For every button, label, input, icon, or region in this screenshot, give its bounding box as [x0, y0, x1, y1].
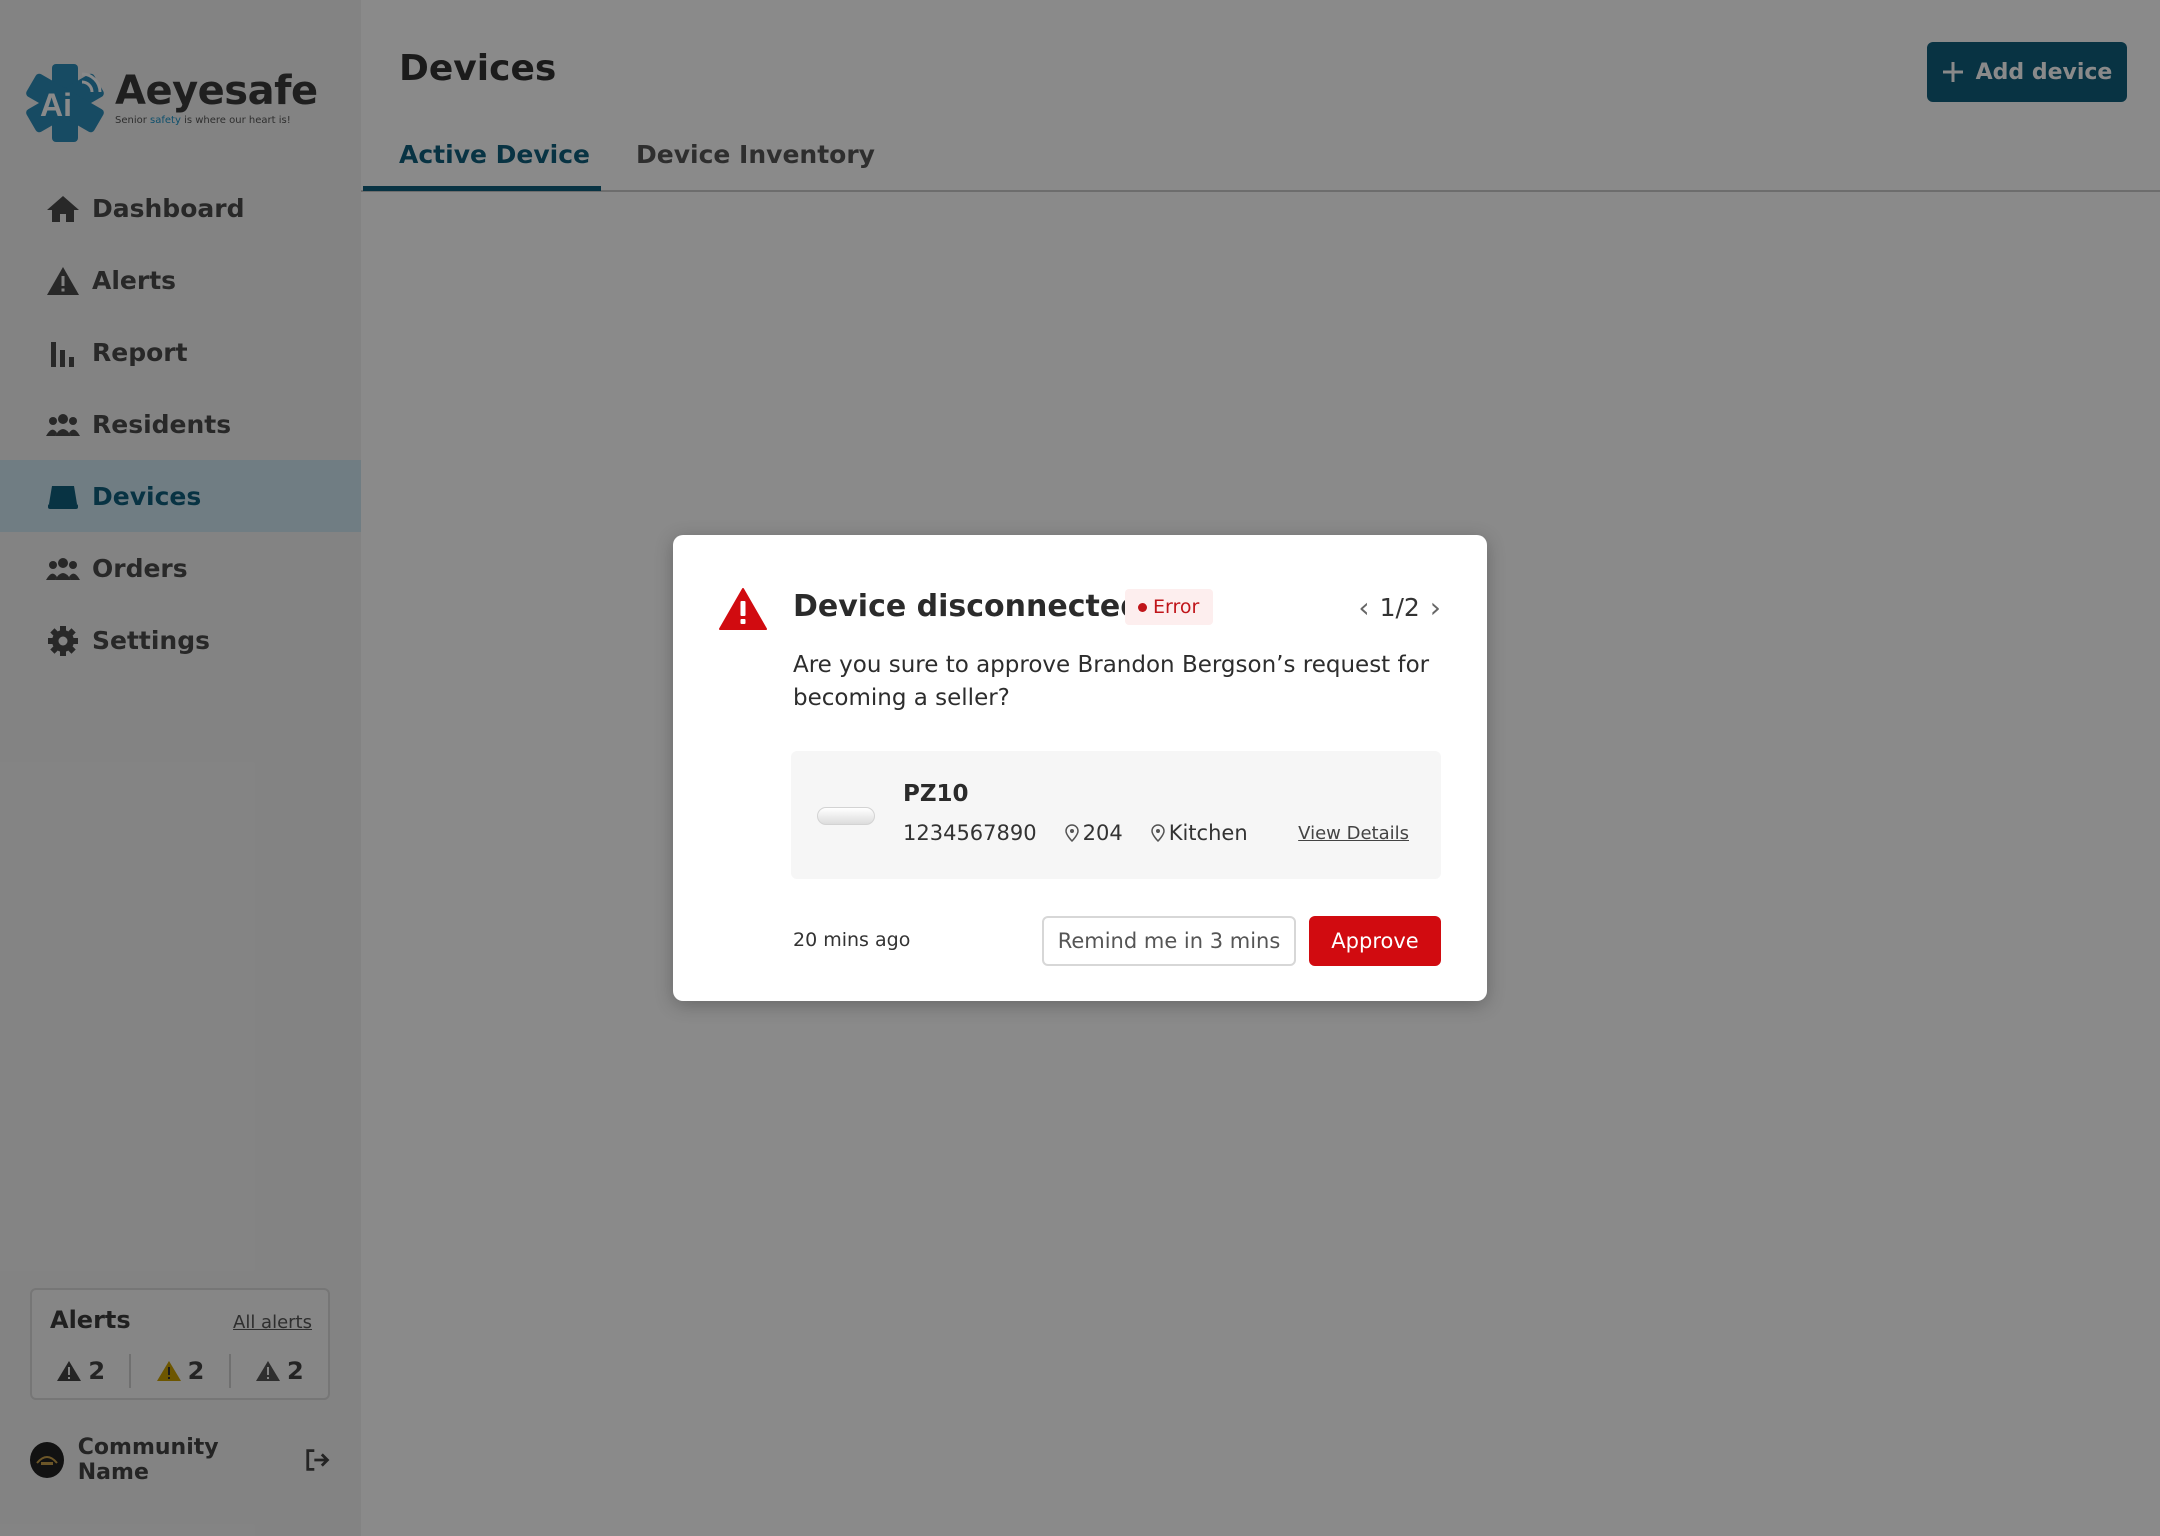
pager-count: 1/2	[1379, 592, 1420, 622]
device-serial: 1234567890	[903, 821, 1037, 845]
device-card: PZ10 1234567890 204 Kitchen View Details	[791, 751, 1441, 879]
remind-later-button[interactable]: Remind me in 3 mins	[1042, 916, 1296, 966]
device-image	[817, 807, 875, 825]
view-details-link[interactable]: View Details	[1298, 823, 1409, 844]
status-badge: Error	[1125, 589, 1214, 625]
device-meta: 1234567890 204 Kitchen	[903, 821, 1248, 845]
approve-button[interactable]: Approve	[1309, 916, 1441, 966]
alert-timestamp: 20 mins ago	[793, 929, 911, 951]
modal-title: Device disconnected	[793, 589, 1142, 624]
alert-pager: ‹ 1/2 ›	[1358, 589, 1441, 625]
modal-message: Are you sure to approve Brandon Bergson’…	[793, 652, 1430, 711]
warning-icon	[719, 588, 767, 630]
chevron-left-icon[interactable]: ‹	[1358, 591, 1369, 624]
location-pin-icon	[1064, 824, 1079, 842]
device-name: PZ10	[903, 781, 969, 807]
alert-modal: Device disconnected Error ‹ 1/2 › Are yo…	[673, 535, 1487, 1001]
device-room: 204	[1082, 821, 1123, 845]
location-pin-icon	[1150, 824, 1165, 842]
device-location: Kitchen	[1168, 821, 1248, 845]
chevron-right-icon[interactable]: ›	[1430, 591, 1441, 624]
